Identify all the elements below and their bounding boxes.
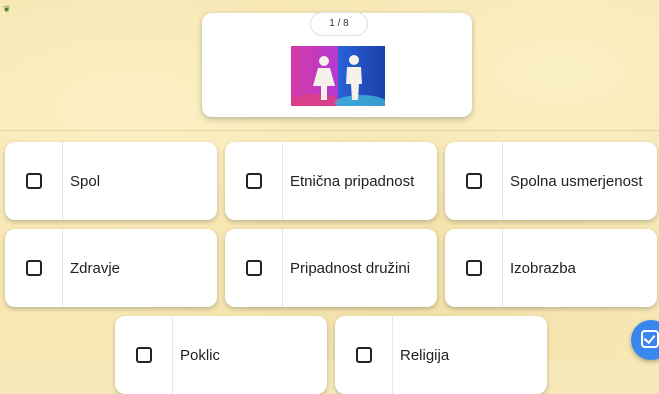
- corner-leaf-icon: ❦: [3, 4, 11, 14]
- option-poklic[interactable]: Poklic: [115, 316, 327, 394]
- checkbox[interactable]: [135, 347, 152, 363]
- option-label: Izobrazba: [510, 259, 576, 277]
- option-label: Spolna usmerjenost: [510, 172, 643, 190]
- check-icon: [641, 330, 659, 348]
- option-pripadnost-druzini[interactable]: Pripadnost družini: [225, 229, 437, 307]
- divider: [0, 130, 659, 131]
- option-label: Religija: [400, 346, 450, 364]
- option-label: Zdravje: [70, 259, 121, 277]
- checkbox[interactable]: [25, 173, 42, 189]
- checkbox[interactable]: [465, 173, 482, 189]
- option-religija[interactable]: Religija: [335, 316, 547, 394]
- option-label: Etnična pripadnost: [290, 172, 415, 190]
- checkbox[interactable]: [465, 260, 482, 276]
- question-counter: 1 / 8: [310, 12, 368, 36]
- question-image[interactable]: [291, 46, 385, 106]
- checkbox[interactable]: [25, 260, 42, 276]
- option-spol[interactable]: Spol: [5, 142, 217, 220]
- checkbox[interactable]: [245, 173, 262, 189]
- option-label: Pripadnost družini: [290, 259, 411, 277]
- option-zdravje[interactable]: Zdravje: [5, 229, 217, 307]
- option-label: Poklic: [180, 346, 221, 364]
- option-etnicna-pripadnost[interactable]: Etnična pripadnost: [225, 142, 437, 220]
- male-female-figures-image: [291, 46, 385, 106]
- checkbox[interactable]: [245, 260, 262, 276]
- question-card: 1 / 8: [202, 12, 472, 117]
- option-izobrazba[interactable]: Izobrazba: [445, 229, 657, 307]
- option-label: Spol: [70, 172, 101, 190]
- checkbox[interactable]: [355, 347, 372, 363]
- option-spolna-usmerjenost[interactable]: Spolna usmerjenost: [445, 142, 657, 220]
